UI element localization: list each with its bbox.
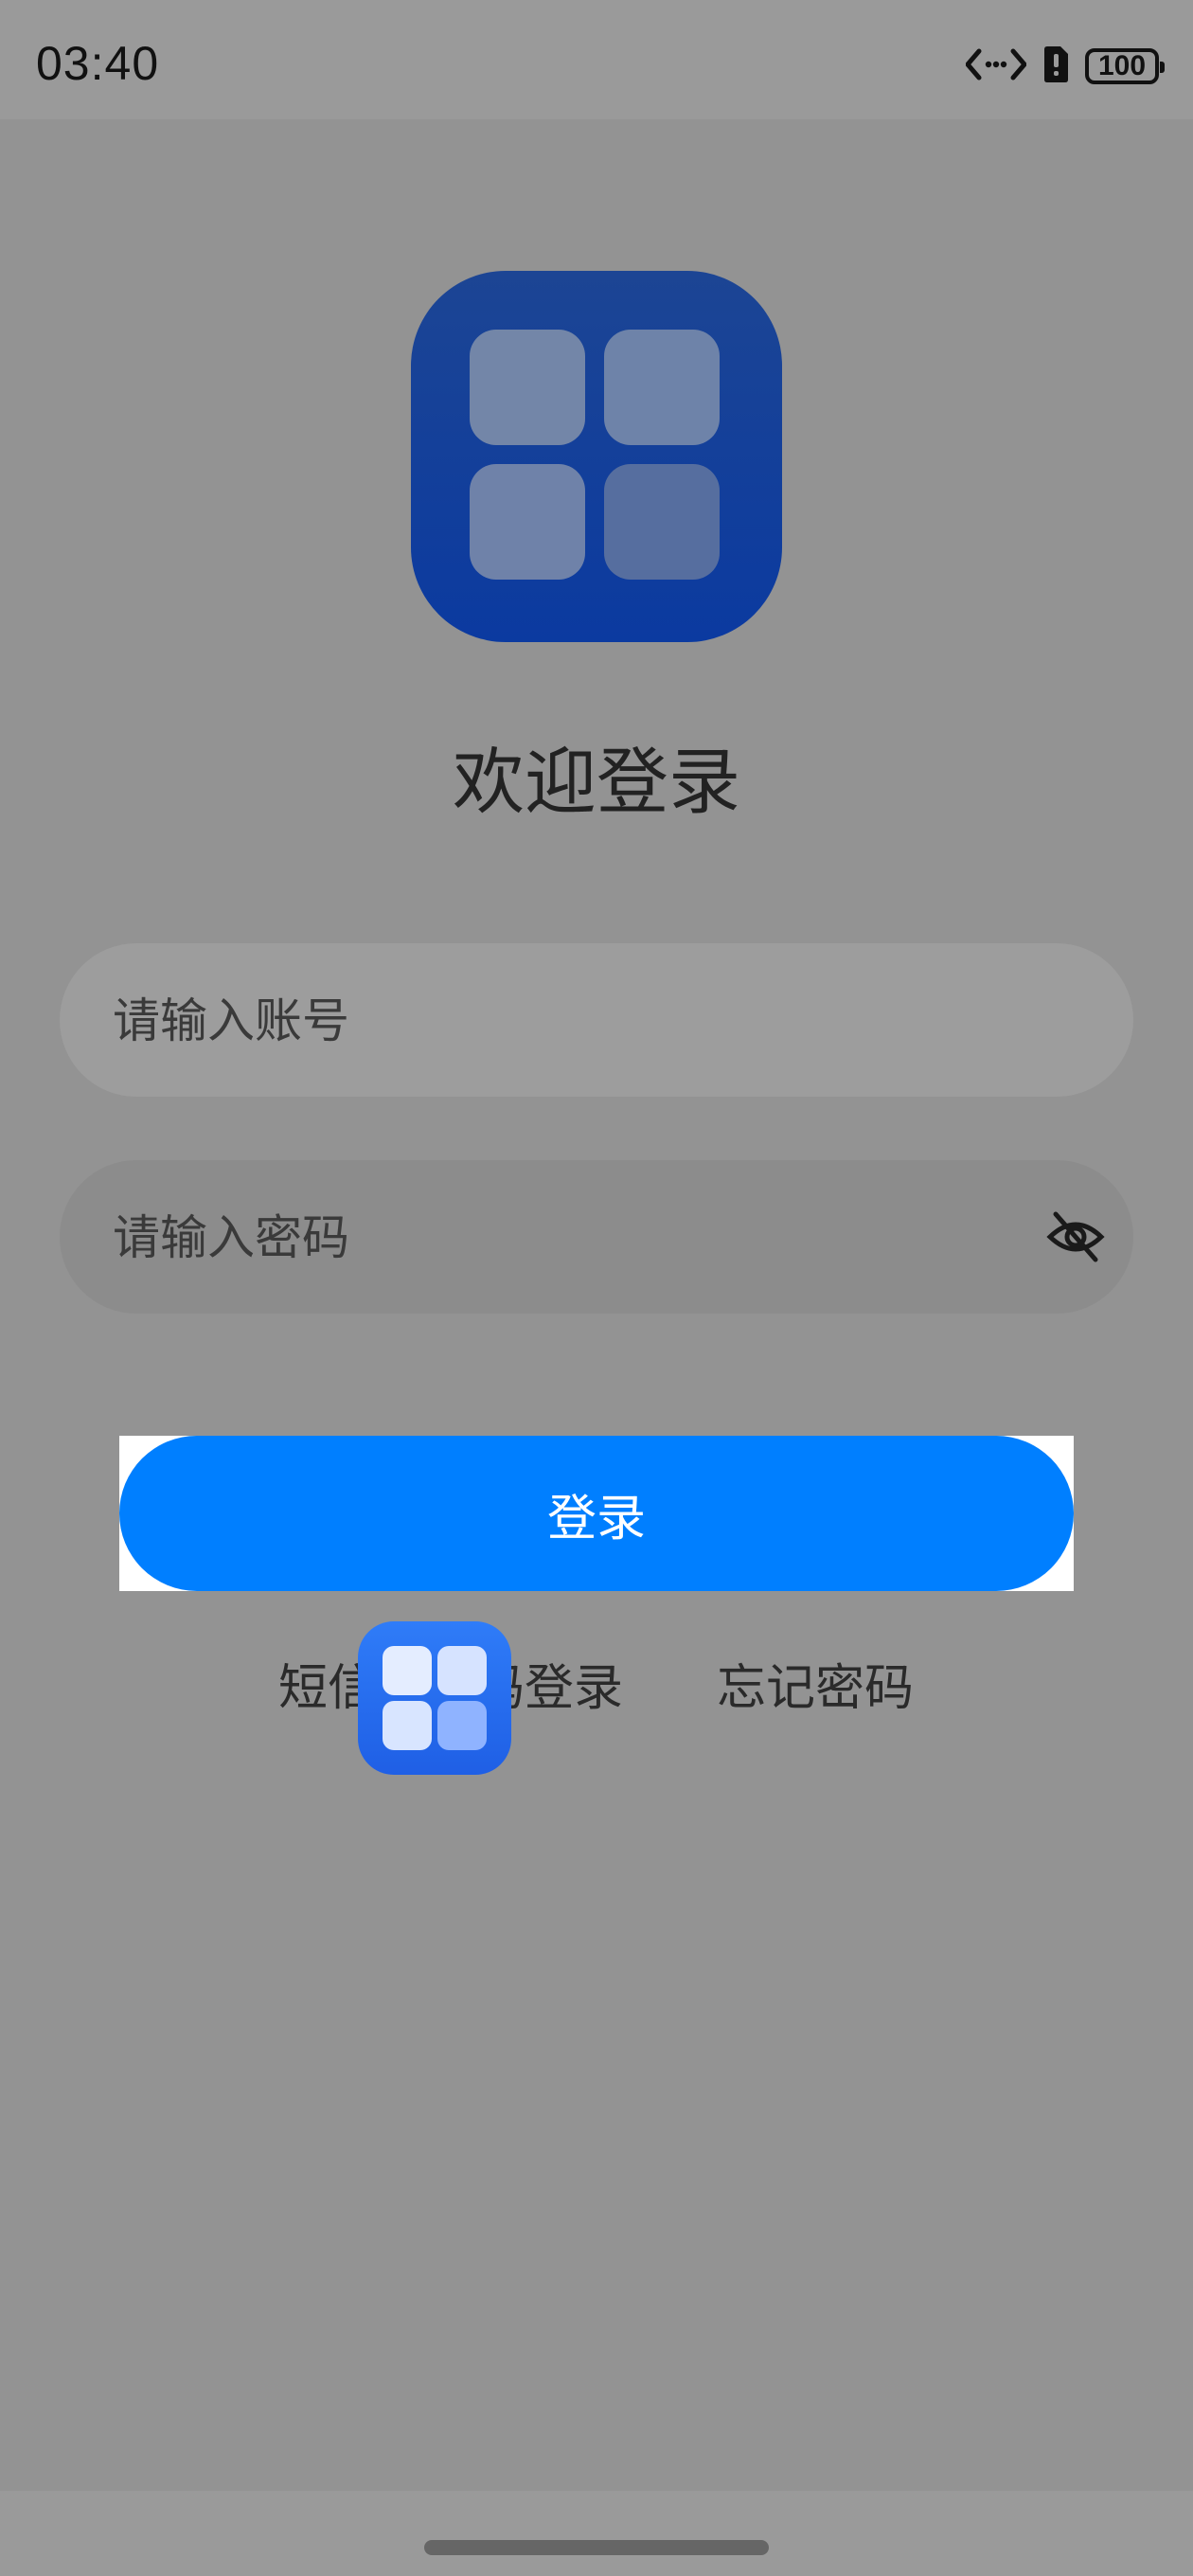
account-field[interactable] <box>60 943 1133 1099</box>
navigation-bar <box>0 2491 1193 2576</box>
home-indicator[interactable] <box>424 2540 769 2555</box>
password-input[interactable] <box>111 1160 1024 1315</box>
login-screen: 03:40 100 欢迎登录 请输入账号 登录 忘记密码 <box>0 0 1193 2576</box>
welcome-title: 欢迎登录 <box>453 740 740 824</box>
status-icons: 100 <box>965 42 1165 91</box>
password-field[interactable] <box>60 1160 1133 1315</box>
battery-icon: 100 <box>1085 48 1165 84</box>
account-input[interactable] <box>111 943 1024 1099</box>
floating-app-button[interactable] <box>358 1621 511 1775</box>
login-button-wrapper: 登录 <box>119 1436 1074 1591</box>
app-logo <box>411 271 782 642</box>
forgot-password-link[interactable]: 忘记密码 <box>717 1648 914 1719</box>
status-time: 03:40 <box>36 37 160 90</box>
data-transfer-icon <box>965 45 1027 87</box>
status-bar: 03:40 100 <box>0 0 1193 119</box>
battery-alert-icon <box>1042 45 1070 87</box>
eye-off-icon[interactable] <box>1046 1208 1105 1265</box>
login-button[interactable]: 登录 <box>119 1436 1074 1591</box>
